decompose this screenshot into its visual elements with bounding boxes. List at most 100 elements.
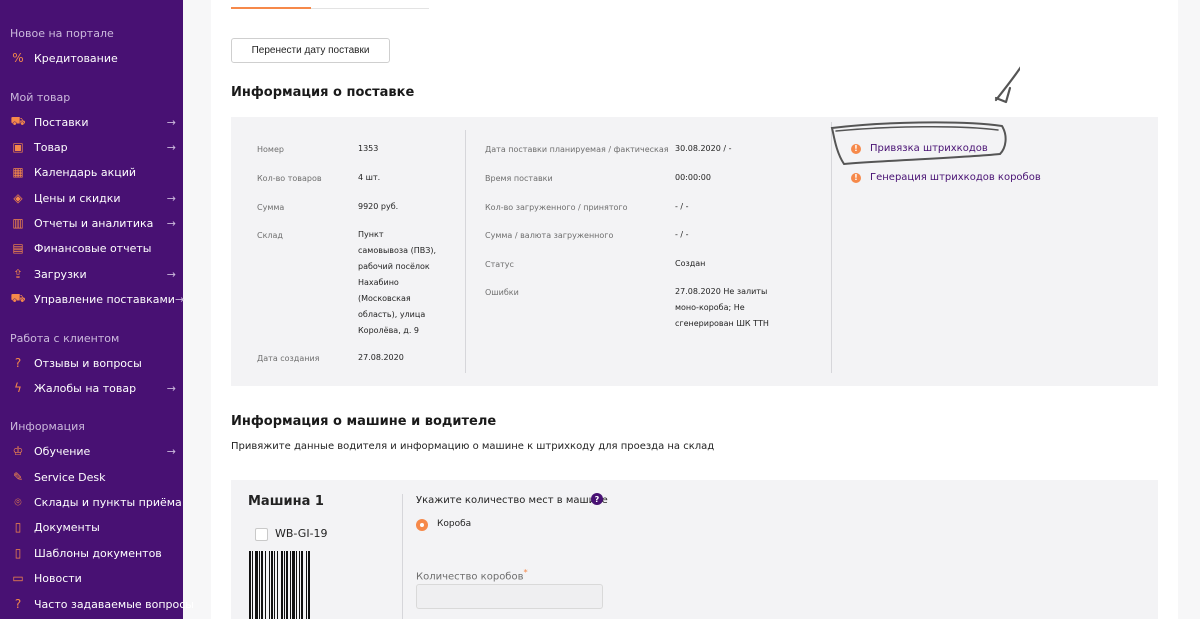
sidebar-item[interactable]: ▥ Отчеты и аналитика → xyxy=(10,213,176,233)
chart-icon: ▥ xyxy=(12,216,24,230)
error-line: сгенерирован ШК ТТН xyxy=(675,319,769,328)
value-delivery-time: 00:00:00 xyxy=(675,173,711,182)
sidebar-item-label: Шаблоны документов xyxy=(34,546,162,560)
barcode-bar xyxy=(292,551,295,619)
barcode-bar xyxy=(259,551,260,619)
sidebar-item[interactable]: ♔ Обучение → xyxy=(10,441,176,461)
column-divider xyxy=(465,130,466,373)
sidebar-item[interactable]: ? Часто задаваемые вопросы xyxy=(10,594,194,614)
value-items-count: 4 шт. xyxy=(358,173,381,182)
sidebar-section-title: Работа с клиентом xyxy=(10,332,120,345)
sidebar-item[interactable]: ✎ Service Desk xyxy=(10,467,176,487)
barcode-bar xyxy=(277,551,278,619)
sidebar-item[interactable]: ▣ Товар → xyxy=(10,137,176,157)
sidebar-item[interactable]: % Кредитование xyxy=(10,48,176,68)
car-panel xyxy=(231,480,1158,619)
arrow-right-icon: → xyxy=(166,115,176,129)
value-created-date: 27.08.2020 xyxy=(358,353,404,362)
sidebar-item-label: Финансовые отчеты xyxy=(34,241,152,255)
vehicle-info-title: Информация о машине и водителе xyxy=(231,414,497,429)
value-warehouse: Пункт самовывоза (ПВЗ), рабочий посёлок … xyxy=(358,227,436,339)
sidebar-item[interactable]: ▦ Календарь акций xyxy=(10,162,176,182)
barcode-bar xyxy=(286,551,288,619)
warning-icon: ! xyxy=(851,143,861,154)
sidebar-item-label: Загрузки xyxy=(34,267,87,281)
error-line: моно-короба; Не xyxy=(675,303,745,312)
question-icon: ? xyxy=(14,356,22,370)
label-status: Статус xyxy=(485,260,514,269)
label-number: Номер xyxy=(257,145,284,154)
sidebar-item[interactable]: ⇪ Загрузки → xyxy=(10,264,176,284)
warehouse-line: область), улица xyxy=(358,310,426,319)
sidebar-section-title: Новое на портале xyxy=(10,27,114,40)
barcode-binding-label: Привязка штрихкодов xyxy=(870,143,988,154)
label-items-count: Кол-во товаров xyxy=(257,174,322,183)
arrow-right-icon: → xyxy=(174,292,185,306)
label-loaded-accepted: Кол-во загруженного / принятого xyxy=(485,203,628,212)
tab-active-indicator[interactable] xyxy=(231,7,311,9)
box-icon: ▣ xyxy=(12,140,24,154)
arrow-right-icon: → xyxy=(166,444,176,458)
barcode-bar xyxy=(255,551,258,619)
sidebar-section-title: Информация xyxy=(10,420,85,433)
boxes-radio[interactable] xyxy=(416,519,428,531)
sidebar-item[interactable]: ? Отзывы и вопросы xyxy=(10,353,176,373)
column-divider xyxy=(831,122,832,373)
warehouse-line: самовывоза (ПВЗ), xyxy=(358,246,436,255)
sidebar-item-label: Service Desk xyxy=(34,470,106,484)
barcode-binding-link[interactable]: ! Привязка штрихкодов xyxy=(851,143,988,154)
sidebar-item[interactable]: ϟ Жалобы на товар → xyxy=(10,378,176,398)
barcode-bar xyxy=(261,551,263,619)
boxes-count-input[interactable] xyxy=(416,584,603,609)
move-delivery-date-button[interactable]: Перенести дату поставки xyxy=(231,38,390,63)
calendar-icon: ▦ xyxy=(12,165,24,179)
barcode-image xyxy=(249,551,310,619)
sidebar: Новое на портале % Кредитование Мой товар ⛟ П… xyxy=(0,0,194,619)
barcode-checkbox[interactable] xyxy=(255,528,268,541)
sidebar-item[interactable]: ▤ Финансовые отчеты xyxy=(10,238,176,258)
label-loaded-sum: Сумма / валюта загруженного xyxy=(485,231,614,240)
sidebar-item-label: Отчеты и аналитика xyxy=(34,216,154,230)
sidebar-item-label: Отзывы и вопросы xyxy=(34,356,142,370)
document-icon: ▯ xyxy=(14,520,22,534)
boxes-count-label: Количество коробов* xyxy=(416,567,528,582)
boxes-count-label-text: Количество коробов xyxy=(416,571,524,583)
help-icon[interactable]: ? xyxy=(591,493,603,505)
wrench-icon: ✎ xyxy=(12,470,24,484)
warehouse-line: Пункт xyxy=(358,230,384,239)
arrow-right-icon: → xyxy=(166,381,176,395)
sidebar-item[interactable]: ▯ Шаблоны документов xyxy=(10,543,176,563)
arrow-right-icon: → xyxy=(166,267,176,281)
car-panel-divider xyxy=(402,494,403,619)
warehouse-line: Королёва, д. 9 xyxy=(358,326,419,335)
barcode-bar xyxy=(296,551,297,619)
value-errors: 27.08.2020 Не залиты моно-короба; Не сге… xyxy=(675,284,769,332)
sidebar-item-label: Товар xyxy=(34,140,68,154)
barcode-bar xyxy=(284,551,285,619)
sidebar-item[interactable]: ▭ Новости xyxy=(10,568,176,588)
percent-icon: % xyxy=(12,51,24,65)
faq-icon: ? xyxy=(14,597,22,611)
supply-info-title: Информация о поставке xyxy=(231,85,415,100)
box-barcode-generation-link[interactable]: ! Генерация штрихкодов коробов xyxy=(851,172,1041,183)
sidebar-item[interactable]: ⛟ Управление поставками → xyxy=(10,289,184,309)
vehicle-info-description: Привяжите данные водителя и информацию о… xyxy=(231,441,715,452)
sidebar-item-label: Часто задаваемые вопросы xyxy=(34,597,194,611)
barcode-bar xyxy=(274,551,275,619)
sidebar-item-label: Документы xyxy=(34,520,100,534)
sidebar-item[interactable]: ◈ Цены и скидки → xyxy=(10,188,176,208)
value-status: Создан xyxy=(675,259,706,268)
sidebar-item-label: Цены и скидки xyxy=(34,191,121,205)
sidebar-item[interactable]: ⌾ Склады и пункты приёма xyxy=(10,492,181,512)
value-loaded-accepted: - / - xyxy=(675,202,689,211)
label-delivery-time: Время поставки xyxy=(485,174,553,183)
sidebar-section-title: Мой товар xyxy=(10,91,71,104)
book-icon: ▭ xyxy=(12,571,24,585)
barcode-bar xyxy=(290,551,291,619)
arrow-right-icon: → xyxy=(166,140,176,154)
label-delivery-date: Дата поставки планируемая / фактическая xyxy=(485,145,669,154)
sidebar-item[interactable]: ▯ Документы xyxy=(10,517,176,537)
label-sum: Сумма xyxy=(257,203,285,212)
barcode-bar xyxy=(249,551,251,619)
sidebar-item[interactable]: ⛟ Поставки → xyxy=(10,112,176,132)
